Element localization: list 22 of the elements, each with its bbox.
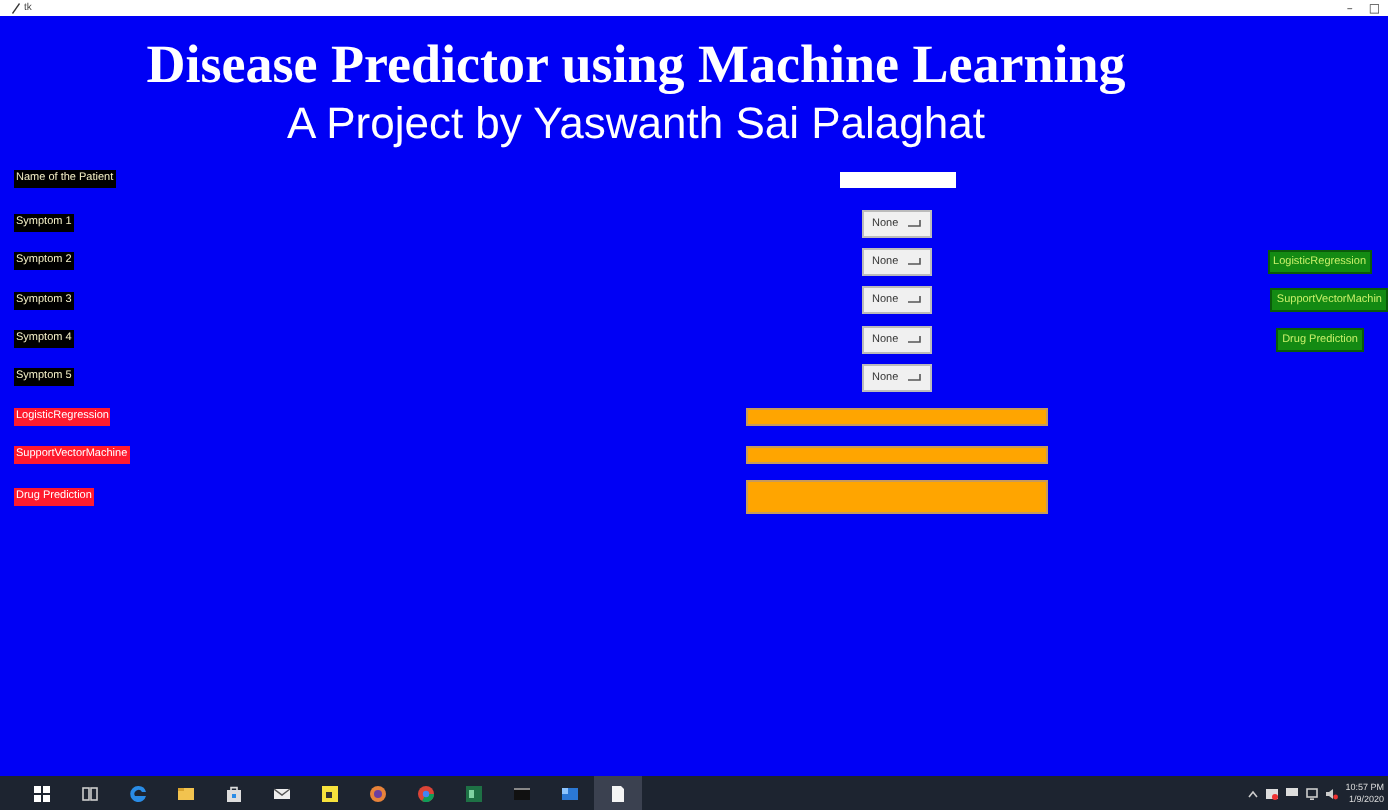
task-view-icon[interactable] bbox=[82, 785, 98, 801]
network-icon[interactable] bbox=[1285, 788, 1298, 798]
store-icon[interactable] bbox=[226, 785, 242, 801]
mail-icon[interactable] bbox=[274, 785, 290, 801]
monitor-icon[interactable] bbox=[1305, 787, 1318, 799]
app-subheading: A Project by Yaswanth Sai Palaghat bbox=[287, 98, 985, 150]
tray-app-icon[interactable] bbox=[1265, 787, 1278, 799]
round-browser-icon[interactable] bbox=[418, 785, 434, 801]
text-field[interactable] bbox=[840, 171, 956, 187]
app-heading: Disease Predictor using Machine Learning bbox=[146, 34, 1126, 94]
feather-icon bbox=[10, 2, 20, 14]
terminal-icon[interactable] bbox=[514, 785, 530, 801]
spreadsheet-icon[interactable] bbox=[466, 785, 482, 801]
sticky-note-icon[interactable] bbox=[322, 785, 338, 801]
folder-icon[interactable] bbox=[178, 785, 194, 801]
document-icon[interactable] bbox=[610, 785, 626, 801]
circle-app-icon[interactable] bbox=[370, 785, 386, 801]
chevron-up-icon[interactable] bbox=[1247, 789, 1258, 797]
window-app-icon[interactable] bbox=[562, 785, 578, 801]
browser-icon[interactable] bbox=[130, 785, 146, 801]
speaker-icon[interactable] bbox=[1325, 787, 1338, 799]
windows-icon[interactable] bbox=[34, 785, 50, 801]
